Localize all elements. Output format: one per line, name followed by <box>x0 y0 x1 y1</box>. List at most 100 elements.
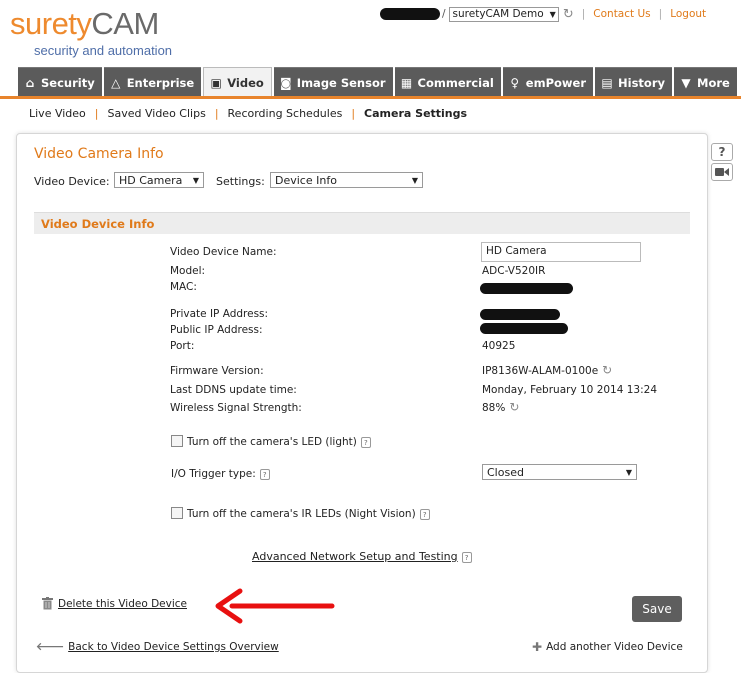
redacted-mac <box>480 283 573 294</box>
house-icon: ⌂ <box>25 75 35 90</box>
ddns-label: Last DDNS update time: <box>170 384 297 396</box>
video-camera-icon <box>715 168 729 176</box>
network-icon: △ <box>111 75 121 90</box>
top-bar: / suretyCAM Demo ▼ ↻ | Contact Us | Logo… <box>380 6 706 22</box>
device-name-input[interactable]: HD Camera <box>481 242 641 262</box>
back-row: 🡐 Back to Video Device Settings Overview <box>36 640 279 654</box>
logo-text-cam: CAM <box>91 6 159 41</box>
firmware-value: IP8136W-ALAM-0100e <box>482 365 599 377</box>
tab-label: History <box>618 75 665 90</box>
account-select[interactable]: suretyCAM Demo ▼ <box>448 6 559 22</box>
page-title: Video Camera Info <box>34 146 164 162</box>
calendar-icon: ▤ <box>601 75 613 90</box>
signal-label: Wireless Signal Strength: <box>170 402 302 414</box>
device-name-label: Video Device Name: <box>170 246 277 258</box>
slash-divider: / <box>442 8 446 20</box>
model-value: ADC-V520IR <box>482 265 546 277</box>
camera-icon: ◙ <box>279 75 292 90</box>
help-icon[interactable]: ? <box>461 551 472 563</box>
main-tabs: ⌂ Security △ Enterprise ▣ Video ◙ Image Sens… <box>18 67 739 98</box>
annotation-arrow <box>215 588 335 624</box>
add-device-link[interactable]: Add another Video Device <box>546 641 683 653</box>
firmware-row: IP8136W-ALAM-0100e ↻ <box>482 363 612 377</box>
triangle-down-icon: ▼ <box>681 75 691 90</box>
advanced-row: Advanced Network Setup and Testing? <box>252 550 472 563</box>
trash-icon[interactable] <box>42 597 53 610</box>
port-label: Port: <box>170 340 195 352</box>
signal-value: 88% <box>482 402 506 414</box>
tab-more[interactable]: ▼ More <box>674 67 737 97</box>
tab-underline <box>0 96 741 99</box>
led-checkbox[interactable] <box>171 435 183 447</box>
tab-history[interactable]: ▤ History <box>595 67 672 97</box>
bulb-icon: ♀ <box>510 75 520 90</box>
mac-label: MAC: <box>170 281 197 293</box>
refresh-icon[interactable]: ↻ <box>602 363 612 377</box>
chevron-down-icon: ▼ <box>549 9 556 19</box>
logo: suretyCAM <box>10 8 159 39</box>
refresh-icon[interactable]: ↻ <box>563 7 574 22</box>
ir-checkbox[interactable] <box>171 507 183 519</box>
tab-label: More <box>697 75 730 90</box>
settings-select[interactable]: Device Info ▼ <box>270 172 423 188</box>
help-icon[interactable]: ? <box>419 508 430 520</box>
contact-us-link[interactable]: Contact Us <box>593 8 650 20</box>
io-trigger-value: Closed <box>487 465 524 479</box>
back-link[interactable]: Back to Video Device Settings Overview <box>68 641 279 653</box>
refresh-icon[interactable]: ↻ <box>509 400 519 414</box>
tab-label: Commercial <box>417 75 494 90</box>
subnav-recording-schedules[interactable]: Recording Schedules <box>228 107 343 120</box>
subnav-camera-settings[interactable]: Camera Settings <box>364 107 467 120</box>
plus-icon: ✚ <box>532 640 543 654</box>
tab-label: Enterprise <box>126 75 195 90</box>
io-trigger-select[interactable]: Closed ▼ <box>482 464 637 480</box>
settings-label: Settings: <box>216 175 265 188</box>
video-device-select[interactable]: HD Camera ▼ <box>114 172 204 188</box>
question-icon: ? <box>718 145 726 159</box>
section-title: Video Device Info <box>41 216 155 231</box>
advanced-network-link[interactable]: Advanced Network Setup and Testing <box>252 550 458 563</box>
add-row: ✚ Add another Video Device <box>532 640 683 654</box>
delete-device-link[interactable]: Delete this Video Device <box>58 598 187 610</box>
chevron-down-icon: ▼ <box>625 467 632 477</box>
tab-enterprise[interactable]: △ Enterprise <box>103 67 202 97</box>
tab-empower[interactable]: ♀ emPower <box>502 67 594 97</box>
ddns-value: Monday, February 10 2014 13:24 <box>482 384 658 396</box>
port-value: 40925 <box>482 340 516 352</box>
private-ip-label: Private IP Address: <box>170 308 269 320</box>
tab-image-sensor[interactable]: ◙ Image Sensor <box>273 67 393 97</box>
divider: | <box>214 107 219 120</box>
subnav-live-video[interactable]: Live Video <box>29 107 86 120</box>
save-button[interactable]: Save <box>632 596 682 622</box>
tab-label: Security <box>41 75 95 90</box>
ir-label: Turn off the camera's IR LEDs (Night Vis… <box>187 508 416 520</box>
tab-label: Image Sensor <box>296 75 386 90</box>
io-label: I/O Trigger type: <box>171 468 256 480</box>
logo-text-surety: surety <box>10 6 92 41</box>
account-select-value: suretyCAM Demo <box>452 8 544 20</box>
help-button[interactable]: ? <box>711 143 733 161</box>
logout-link[interactable]: Logout <box>670 8 706 20</box>
help-icon[interactable]: ? <box>259 468 270 480</box>
tab-video[interactable]: ▣ Video <box>203 67 272 98</box>
divider: | <box>581 8 586 20</box>
redacted-private-ip <box>480 309 560 320</box>
chevron-down-icon: ▼ <box>192 175 199 185</box>
led-label: Turn off the camera's LED (light) <box>187 436 357 448</box>
video-tutorial-button[interactable] <box>711 163 733 181</box>
help-icon[interactable]: ? <box>360 436 371 448</box>
tab-security[interactable]: ⌂ Security <box>18 67 102 97</box>
building-icon: ▦ <box>400 75 413 90</box>
firmware-label: Firmware Version: <box>170 365 264 377</box>
io-row: I/O Trigger type:? <box>171 468 270 480</box>
video-device-select-value: HD Camera <box>119 173 183 187</box>
tab-commercial[interactable]: ▦ Commercial <box>394 67 501 97</box>
logo-tagline: security and automation <box>34 43 173 58</box>
tab-label: Video <box>227 76 264 90</box>
subnav-saved-video-clips[interactable]: Saved Video Clips <box>108 107 206 120</box>
public-ip-label: Public IP Address: <box>170 324 263 336</box>
video-device-label: Video Device: <box>34 175 110 188</box>
redacted-username <box>380 8 440 20</box>
redacted-public-ip <box>480 323 568 334</box>
delete-device-row: Delete this Video Device <box>42 597 187 610</box>
